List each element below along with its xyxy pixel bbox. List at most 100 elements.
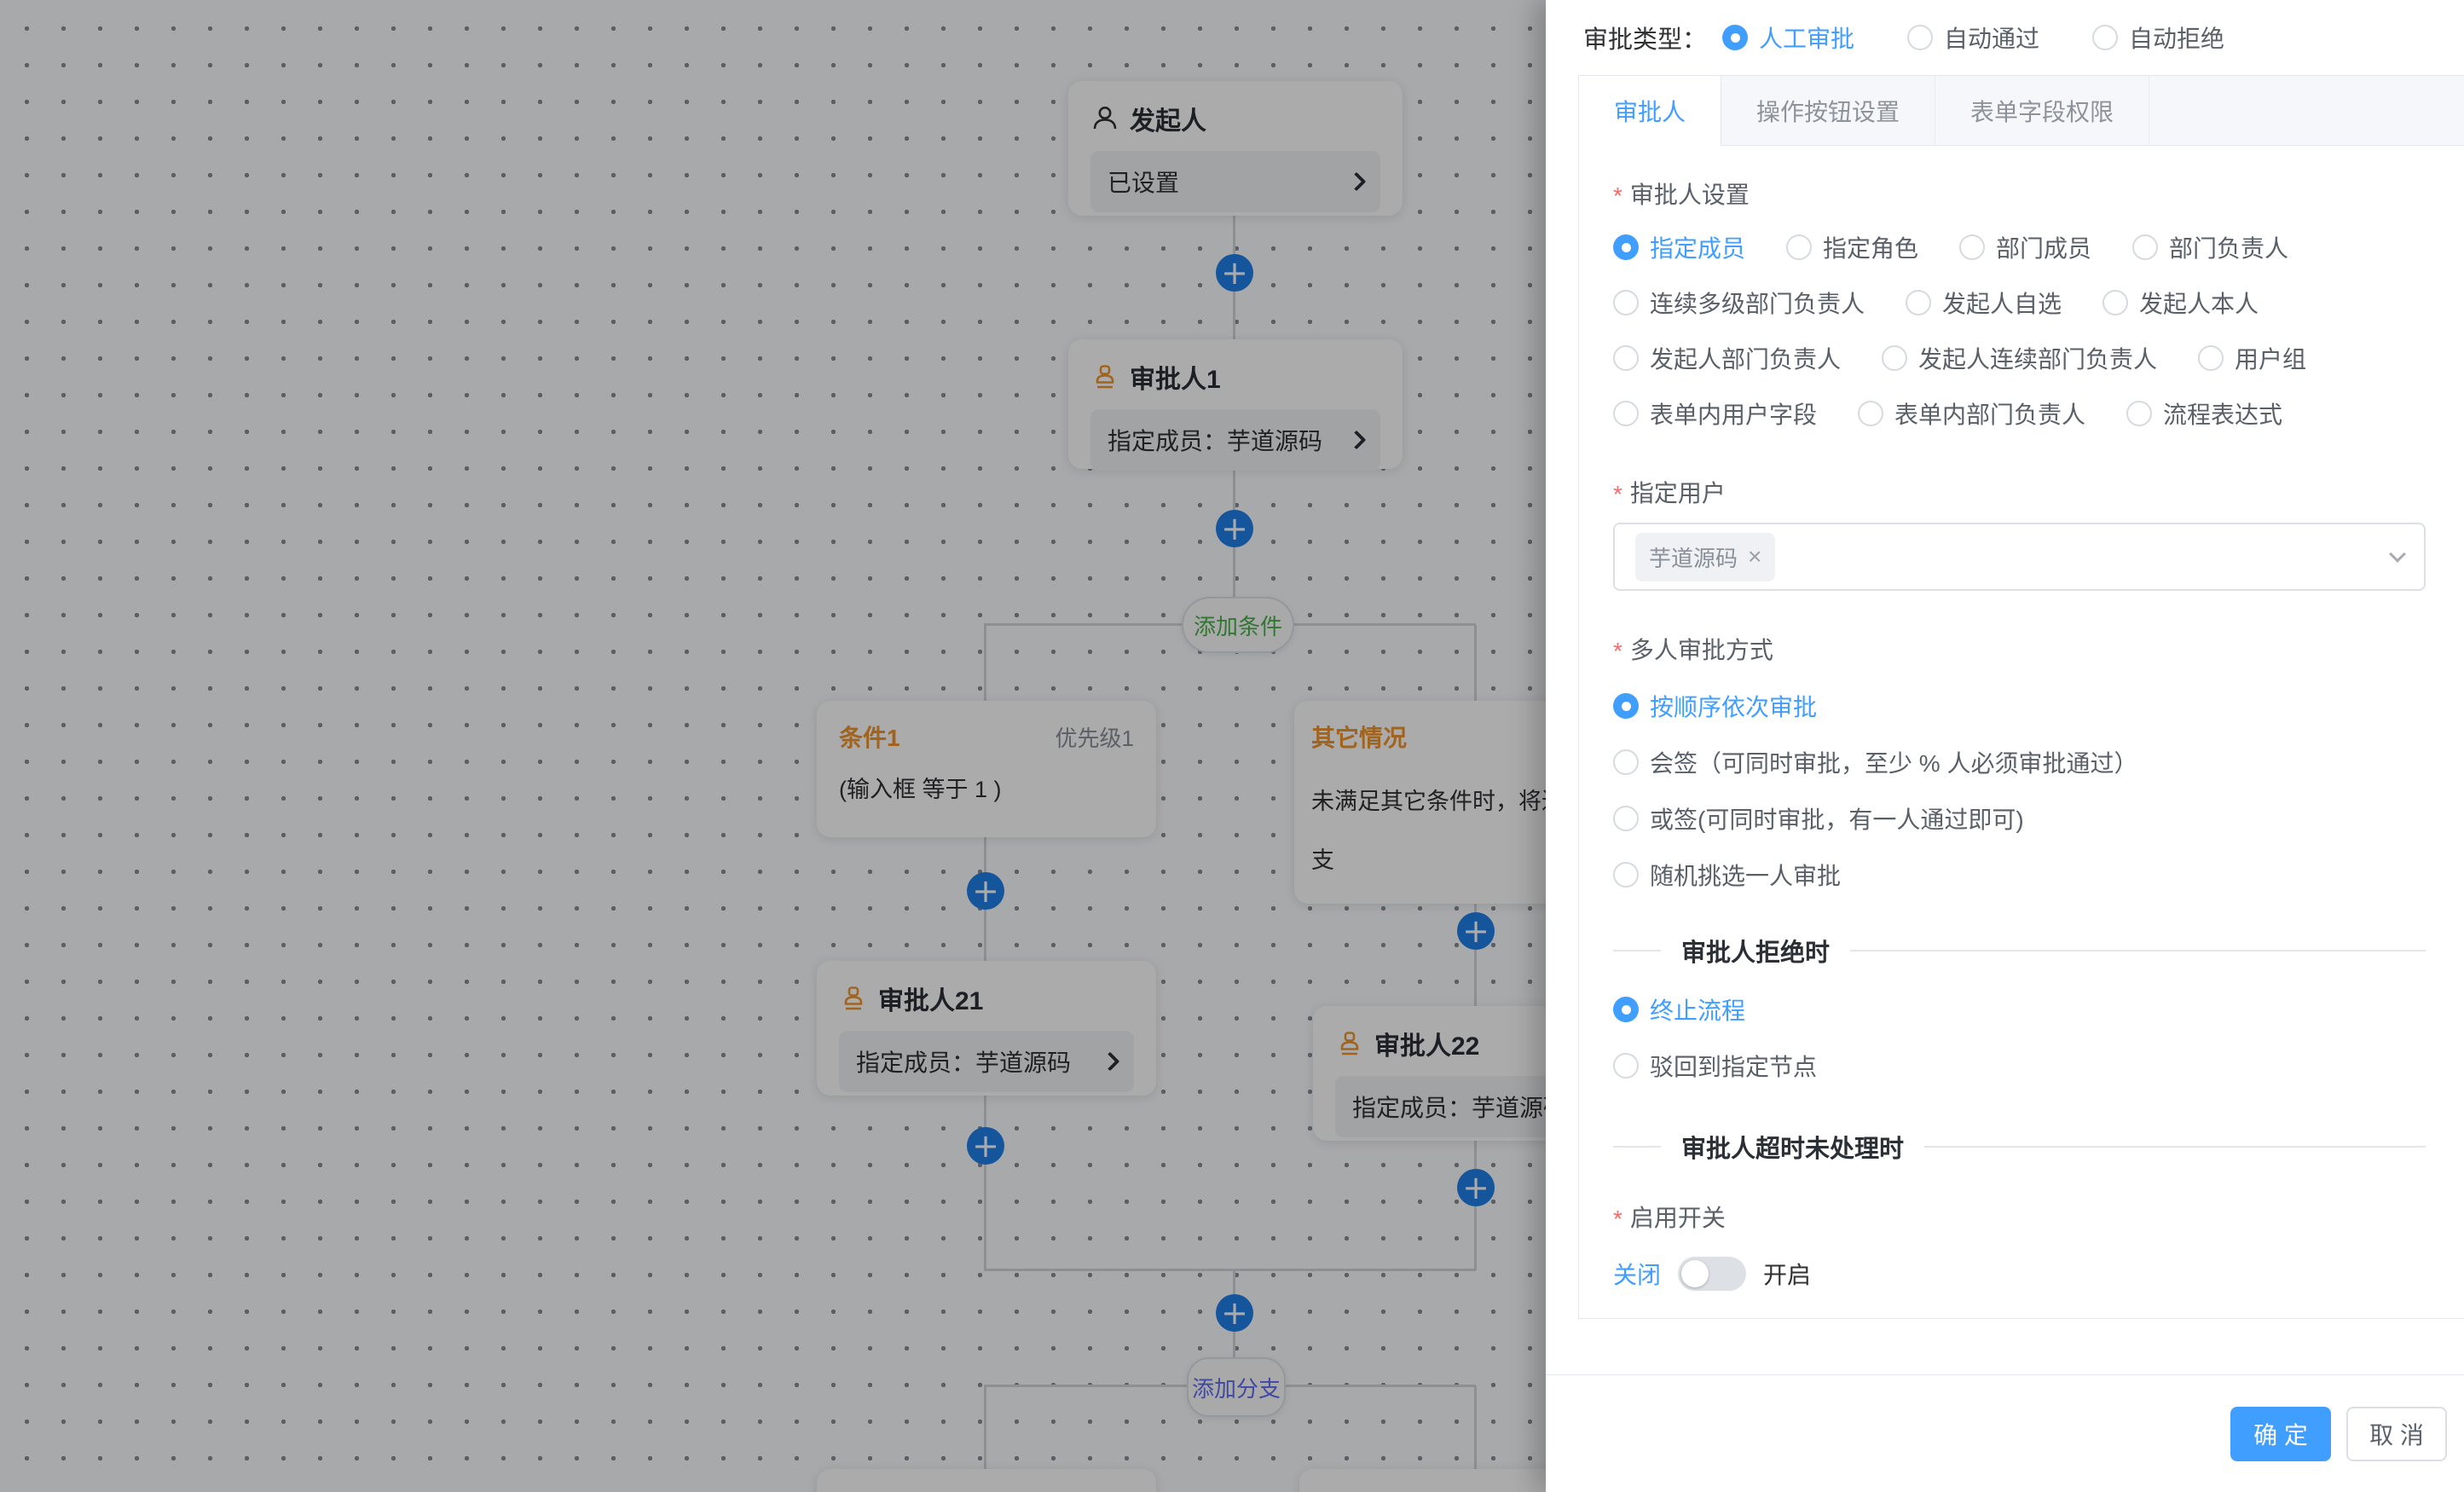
radio-label: 发起人本人 (2139, 286, 2259, 320)
radio-或签(可同时审批，有一人通过即可)[interactable]: 或签(可同时审批，有一人通过即可) (1613, 790, 2426, 847)
reject-divider-label: 审批人拒绝时 (1681, 933, 1830, 969)
radio-label: 流程表达式 (2163, 396, 2282, 431)
radio-label: 表单内部门负责人 (1894, 396, 2085, 431)
assign-user-label: * 指定用户 (1613, 475, 2426, 509)
radio-部门负责人[interactable]: 部门负责人 (2132, 230, 2288, 264)
drawer-footer: 确 定 取 消 (1546, 1374, 2464, 1492)
radio-circle-icon (1613, 290, 1639, 315)
radio-人工审批[interactable]: 人工审批 (1722, 20, 1854, 55)
switch-knob (1681, 1260, 1709, 1287)
radio-circle-icon (1613, 693, 1639, 719)
radio-circle-icon (1858, 401, 1883, 426)
radio-circle-icon (1613, 1053, 1639, 1079)
radio-按顺序依次审批[interactable]: 按顺序依次审批 (1613, 678, 2426, 734)
radio-circle-icon (1613, 862, 1639, 888)
approval-type-radio-group: 人工审批 自动通过 自动拒绝 (1722, 20, 2224, 55)
reject-radio-group: 终止流程驳回到指定节点 (1613, 981, 2426, 1094)
approver-option-row: 指定成员 指定角色 部门成员 部门负责人 (1613, 228, 2426, 266)
multi-approve-radio-group: 按顺序依次审批会签（可同时审批，至少 % 人必须审批通过） 或签(可同时审批，有一… (1613, 678, 2426, 903)
radio-circle-icon (1613, 234, 1639, 260)
radio-circle-icon (2102, 290, 2128, 315)
radio-circle-icon (1613, 401, 1639, 426)
radio-会签（可同时审批，至少 % 人必须审批通过）[interactable]: 会签（可同时审批，至少 % 人必须审批通过） (1613, 734, 2426, 790)
radio-用户组[interactable]: 用户组 (2198, 341, 2306, 375)
radio-发起人连续部门负责人[interactable]: 发起人连续部门负责人 (1882, 341, 2157, 375)
switch-off-label: 关闭 (1613, 1257, 1661, 1291)
tab-审批人[interactable]: 审批人 (1579, 76, 1721, 146)
radio-label: 会签（可同时审批，至少 % 人必须审批通过） (1650, 745, 2137, 779)
radio-circle-icon (1959, 234, 1985, 260)
assigned-user-select[interactable]: 芋道源码 × (1613, 523, 2426, 591)
radio-label: 发起人连续部门负责人 (1918, 341, 2157, 375)
timeout-divider: 审批人超时未处理时 (1613, 1128, 2426, 1165)
radio-label: 人工审批 (1759, 20, 1854, 55)
multi-approve-label: * 多人审批方式 (1613, 632, 2426, 666)
reject-divider: 审批人拒绝时 (1613, 932, 2426, 969)
approver-setting-label: * 审批人设置 (1613, 176, 2426, 211)
tab-操作按钮设置[interactable]: 操作按钮设置 (1721, 76, 1935, 145)
radio-label: 表单内用户字段 (1650, 396, 1817, 431)
radio-label: 自动通过 (1944, 20, 2039, 55)
chevron-down-icon (2389, 546, 2406, 563)
radio-发起人部门负责人[interactable]: 发起人部门负责人 (1613, 341, 1841, 375)
radio-部门成员[interactable]: 部门成员 (1959, 230, 2091, 264)
tab-pane-approver: * 审批人设置 指定成员指定角色部门成员部门负责人连续多级部门负责人发起人自选发… (1579, 146, 2464, 1318)
approval-type-row: 审批类型： 人工审批 自动通过 自动拒绝 (1583, 0, 2455, 75)
radio-连续多级部门负责人[interactable]: 连续多级部门负责人 (1613, 286, 1865, 320)
radio-表单内用户字段[interactable]: 表单内用户字段 (1613, 396, 1817, 431)
radio-label: 发起人部门负责人 (1650, 341, 1841, 375)
radio-circle-icon (1613, 806, 1639, 831)
radio-circle-icon (2126, 401, 2152, 426)
radio-发起人自选[interactable]: 发起人自选 (1906, 286, 2062, 320)
timeout-switch[interactable] (1678, 1257, 1746, 1291)
radio-自动拒绝[interactable]: 自动拒绝 (2092, 20, 2224, 55)
approval-settings-drawer: 审批类型： 人工审批 自动通过 自动拒绝 审批人操作按钮设置表单字段权限 * 审批人… (1546, 0, 2464, 1492)
radio-发起人本人[interactable]: 发起人本人 (2102, 286, 2259, 320)
radio-label: 终止流程 (1650, 992, 1745, 1026)
radio-label: 部门成员 (1996, 230, 2091, 264)
radio-流程表达式[interactable]: 流程表达式 (2126, 396, 2282, 431)
radio-终止流程[interactable]: 终止流程 (1613, 981, 2426, 1038)
approver-setting-radio-group: 指定成员 指定角色 部门成员 部门负责人连续多级部门负责人 发起人自选 发起人本人发起人部… (1613, 228, 2426, 432)
radio-circle-icon (1613, 345, 1639, 371)
tab-表单字段权限[interactable]: 表单字段权限 (1935, 76, 2149, 145)
radio-随机挑选一人审批[interactable]: 随机挑选一人审批 (1613, 847, 2426, 903)
radio-circle-icon (1907, 25, 1933, 50)
settings-tabs: 审批人操作按钮设置表单字段权限 * 审批人设置 指定成员 指定角色 部门成员 部门负责… (1578, 75, 2464, 1319)
radio-circle-icon (1613, 749, 1639, 775)
radio-label: 部门负责人 (2169, 230, 2288, 264)
required-asterisk: * (1613, 1206, 1622, 1233)
required-asterisk: * (1613, 638, 1622, 665)
approval-type-label: 审批类型： (1583, 20, 1707, 55)
radio-label: 自动拒绝 (2129, 20, 2224, 55)
timeout-divider-label: 审批人超时未处理时 (1681, 1129, 1904, 1165)
radio-label: 随机挑选一人审批 (1650, 858, 1841, 892)
radio-label: 驳回到指定节点 (1650, 1049, 1817, 1083)
radio-circle-icon (2198, 345, 2224, 371)
required-asterisk: * (1613, 481, 1622, 508)
confirm-button[interactable]: 确 定 (2230, 1407, 2331, 1461)
required-asterisk: * (1613, 182, 1622, 210)
radio-自动通过[interactable]: 自动通过 (1907, 20, 2039, 55)
workflow-designer: 发起人 已设置 审批人1 指定成员：芋道源码 (0, 0, 2464, 1492)
radio-circle-icon (1613, 997, 1639, 1022)
radio-circle-icon (1786, 234, 1812, 260)
cancel-button[interactable]: 取 消 (2346, 1407, 2447, 1461)
radio-指定角色[interactable]: 指定角色 (1786, 230, 1918, 264)
radio-circle-icon (1882, 345, 1907, 371)
approver-option-row: 发起人部门负责人 发起人连续部门负责人 用户组 (1613, 339, 2426, 377)
tag-close-icon[interactable]: × (1748, 545, 1761, 569)
radio-label: 用户组 (2235, 341, 2306, 375)
approver-option-row: 连续多级部门负责人 发起人自选 发起人本人 (1613, 284, 2426, 321)
radio-circle-icon (1906, 290, 1931, 315)
radio-label: 按顺序依次审批 (1650, 689, 1817, 723)
radio-circle-icon (2132, 234, 2158, 260)
user-tag: 芋道源码 × (1635, 533, 1775, 581)
radio-label: 指定成员 (1650, 230, 1745, 264)
user-tag-label: 芋道源码 (1649, 541, 1738, 573)
radio-label: 或签(可同时审批，有一人通过即可) (1650, 801, 2024, 836)
radio-表单内部门负责人[interactable]: 表单内部门负责人 (1858, 396, 2085, 431)
tab-header: 审批人操作按钮设置表单字段权限 (1579, 76, 2464, 146)
radio-驳回到指定节点[interactable]: 驳回到指定节点 (1613, 1038, 2426, 1094)
radio-指定成员[interactable]: 指定成员 (1613, 230, 1745, 264)
